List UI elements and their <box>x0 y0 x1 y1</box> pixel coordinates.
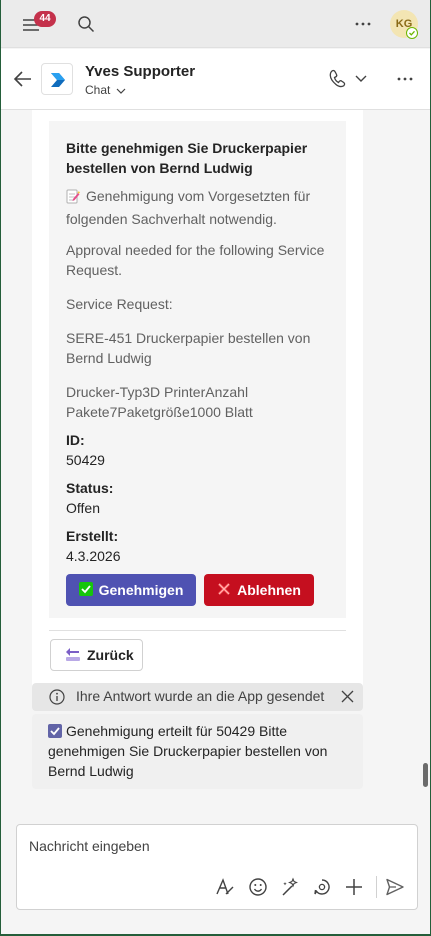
scrollbar-thumb[interactable] <box>423 763 428 787</box>
memo-icon <box>66 188 80 209</box>
confirmation-message: Genehmigung erteilt für 50429 Bitte gene… <box>32 714 363 789</box>
chat-header: Yves Supporter Chat <box>1 49 430 110</box>
message-composer <box>16 824 418 910</box>
call-button[interactable] <box>327 68 373 90</box>
id-value: 50429 <box>66 452 105 468</box>
teams-window: 44 KG Yves Supporter Chat Bitte genehmig… <box>1 0 430 934</box>
back-arrow-icon[interactable] <box>13 69 33 89</box>
card-intro-de: Genehmigung vom Vorgesetzten für folgend… <box>66 188 311 227</box>
notification-badge: 44 <box>34 11 56 27</box>
approve-label: Genehmigen <box>98 582 184 598</box>
id-label: ID: <box>66 432 85 448</box>
more-options-icon[interactable] <box>394 68 416 90</box>
status-value: Offen <box>66 500 100 516</box>
card-intro-en: Approval needed for the following Servic… <box>66 242 325 278</box>
divider <box>49 630 346 631</box>
toolbar-separator <box>376 876 377 898</box>
service-request-label: Service Request: <box>66 296 173 312</box>
emoji-icon[interactable] <box>248 877 268 897</box>
card-heading: Bitte genehmigen Sie Druckerpapier beste… <box>66 140 308 176</box>
presence-available-icon <box>406 27 418 39</box>
reject-label: Ablehnen <box>237 582 301 598</box>
reject-button[interactable]: Ablehnen <box>204 574 314 606</box>
back-label: Zurück <box>87 647 134 663</box>
send-icon[interactable] <box>385 877 405 897</box>
back-button[interactable]: Zurück <box>50 639 143 671</box>
status-label: Status: <box>66 480 114 496</box>
search-icon[interactable] <box>77 15 95 33</box>
plus-icon[interactable] <box>344 877 364 897</box>
check-icon <box>78 581 93 599</box>
approve-button[interactable]: Genehmigen <box>66 574 196 606</box>
cross-icon <box>217 582 231 599</box>
close-icon[interactable] <box>341 690 354 706</box>
app-logo-icon <box>41 63 73 95</box>
phone-icon <box>329 69 346 88</box>
created-value: 4.3.2026 <box>66 548 121 564</box>
chat-subtitle: Chat <box>85 83 111 97</box>
info-icon <box>49 689 65 708</box>
chevron-down-icon <box>355 75 367 82</box>
request-details: Drucker-Typ3D PrinterAnzahl Pakete7Paket… <box>66 384 253 420</box>
loop-icon[interactable] <box>312 877 332 897</box>
created-label: Erstellt: <box>66 528 119 544</box>
chat-tab-dropdown[interactable]: Chat <box>85 83 126 97</box>
check-icon <box>48 724 62 738</box>
chat-title: Yves Supporter <box>85 63 196 80</box>
service-request-value: SERE-451 Druckerpapier bestellen von Ber… <box>66 330 311 366</box>
format-icon[interactable] <box>215 877 235 897</box>
copilot-icon[interactable] <box>280 877 300 897</box>
more-options-icon[interactable] <box>352 14 374 34</box>
top-bar: 44 KG <box>1 0 430 48</box>
notice-text: Ihre Antwort wurde an die App gesendet <box>76 688 325 704</box>
back-icon <box>65 646 81 665</box>
message-input[interactable] <box>29 835 399 857</box>
confirmation-text: Genehmigung erteilt für 50429 Bitte gene… <box>48 723 328 779</box>
response-notice: Ihre Antwort wurde an die App gesendet <box>32 683 363 711</box>
chevron-down-icon <box>116 83 126 97</box>
